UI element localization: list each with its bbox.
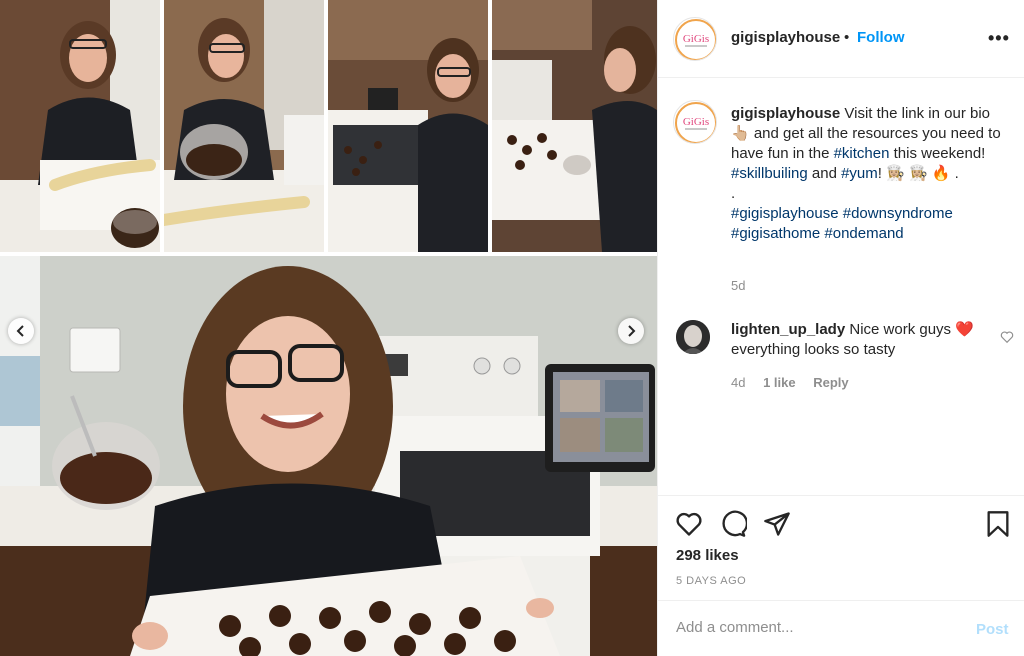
comment-likes[interactable]: 1 like — [763, 375, 796, 390]
hashtag-gigisplayhouse[interactable]: #gigisplayhouse — [731, 205, 839, 222]
comment-like-icon[interactable] — [1000, 330, 1014, 344]
chevron-left-icon — [16, 325, 24, 337]
more-options-button[interactable]: ••• — [988, 28, 1010, 49]
caption-username[interactable]: gigisplayhouse — [731, 105, 840, 122]
separator-dot: • — [844, 29, 850, 46]
caption-avatar[interactable]: GiGis — [673, 100, 717, 144]
comment-time[interactable]: 4d — [731, 375, 745, 390]
post-actions: 298 likes 5 DAYS AGO — [658, 495, 1024, 600]
post-side-panel: GiGis gigisplayhouse • Follow ••• GiGis … — [657, 0, 1024, 656]
caption-text-4: ! 👩🏼‍🍳 👩🏼‍🍳 🔥 . — [877, 165, 959, 182]
post-media — [0, 0, 657, 656]
svg-text:GiGis: GiGis — [683, 33, 709, 45]
hero-photo — [0, 256, 657, 656]
collage-photo-3 — [328, 0, 488, 252]
comment-meta: 4d 1 like Reply — [731, 375, 863, 390]
comment-item: lighten_up_lady Nice work guys ❤️ everyt… — [731, 320, 991, 360]
heart-icon[interactable] — [675, 510, 703, 538]
commenter-avatar[interactable] — [676, 320, 710, 354]
add-comment-bar: Post — [658, 600, 1024, 656]
post-caption: gigisplayhouse Visit the link in our bio… — [731, 104, 1011, 244]
hashtag-skillbuiling[interactable]: #skillbuiling — [731, 165, 808, 182]
paper-plane-icon[interactable] — [763, 510, 791, 538]
chevron-right-icon — [628, 325, 636, 337]
commenter-username[interactable]: lighten_up_lady — [731, 321, 845, 338]
collage-photo-2 — [164, 0, 324, 252]
post-date[interactable]: 5 DAYS AGO — [676, 575, 746, 587]
likes-count[interactable]: 298 likes — [676, 547, 739, 564]
prev-image-button[interactable] — [8, 318, 34, 344]
caption-time[interactable]: 5d — [731, 278, 745, 293]
post-comment-button[interactable]: Post — [976, 621, 1009, 638]
hashtag-ondemand[interactable]: #ondemand — [824, 225, 903, 242]
account-avatar[interactable]: GiGis — [673, 17, 717, 61]
caption-text-2: this weekend! — [889, 145, 986, 162]
collage-photo-1 — [0, 0, 160, 252]
hashtag-gigisathome[interactable]: #gigisathome — [731, 225, 820, 242]
gigis-logo-icon: GiGis — [675, 19, 716, 60]
add-comment-input[interactable] — [676, 619, 956, 636]
gigis-logo-icon: GiGis — [675, 102, 716, 143]
hashtag-kitchen[interactable]: #kitchen — [834, 145, 890, 162]
account-username[interactable]: gigisplayhouse — [731, 29, 840, 46]
next-image-button[interactable] — [618, 318, 644, 344]
reply-button[interactable]: Reply — [813, 375, 848, 390]
comment-bubble-icon[interactable] — [719, 510, 747, 538]
collage-photo-4 — [492, 0, 657, 252]
post-header: GiGis gigisplayhouse • Follow ••• — [658, 0, 1024, 78]
hashtag-downsyndrome[interactable]: #downsyndrome — [843, 205, 953, 222]
bookmark-icon[interactable] — [984, 510, 1012, 538]
hashtag-yum[interactable]: #yum — [841, 165, 878, 182]
svg-text:GiGis: GiGis — [683, 116, 709, 128]
follow-button[interactable]: Follow — [857, 29, 905, 46]
user-avatar-icon — [676, 320, 710, 354]
caption-text-3: and — [807, 165, 842, 182]
caption-dot-line: . — [731, 185, 736, 202]
